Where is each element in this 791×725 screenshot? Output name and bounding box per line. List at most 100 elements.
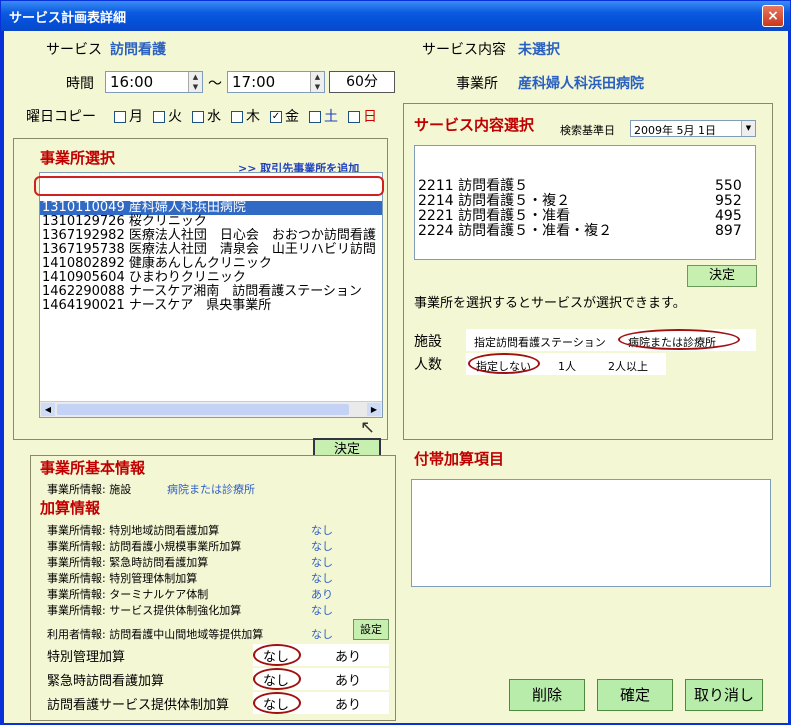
day-checkbox-3[interactable]: 木 — [231, 109, 260, 125]
day-copy-label: 曜日コピー — [26, 109, 96, 125]
start-time-input[interactable]: 16:00 ▲ ▼ — [105, 71, 203, 93]
title-bar: サービス計画表詳細 × — [1, 1, 790, 31]
option-yes[interactable]: あり — [335, 670, 361, 689]
day-label: 金 — [285, 109, 299, 125]
info-value: あり — [311, 588, 333, 601]
checkbox-icon[interactable] — [309, 111, 321, 123]
user-info-value: なし — [311, 628, 333, 641]
facility-key: 事業所情報: 施設 — [47, 483, 132, 496]
people-opt-one[interactable]: 1人 — [558, 358, 576, 374]
day-checkbox-5[interactable]: 土 — [309, 109, 338, 125]
people-opt-two[interactable]: 2人以上 — [608, 358, 648, 374]
option-yes[interactable]: あり — [335, 646, 361, 665]
option-label: 緊急時訪問看護加算 — [47, 674, 165, 689]
day-checkbox-1[interactable]: 火 — [153, 109, 182, 125]
list-item[interactable]: 1367192982 医療法人社団 日心会 おおつか訪問看護 — [40, 229, 382, 243]
base-date-value: 2009年 5月 1日 — [634, 124, 716, 137]
service-name: 2214 訪問看護５・複２ — [418, 193, 571, 209]
user-info-key: 利用者情報: 訪問看護中山間地域等提供加算 — [47, 628, 264, 641]
list-item[interactable]: 1310110049 産科婦人科浜田病院 — [40, 201, 382, 215]
facility-options: 指定訪問看護ステーション 病院または診療所 — [466, 329, 756, 351]
base-date-label: 検索基準日 — [560, 124, 615, 137]
scroll-right-icon[interactable]: ▶ — [367, 403, 381, 416]
option-label: 訪問看護サービス提供体制加算 — [47, 698, 230, 713]
client-area: サービス 訪問看護 サービス内容 未選択 時間 16:00 ▲ ▼ ～ 17:00… — [4, 31, 788, 723]
dialog-window: サービス計画表詳細 × サービス 訪問看護 サービス内容 未選択 時間 16:0… — [0, 0, 791, 725]
delete-button[interactable]: 削除 — [509, 679, 585, 711]
day-checkbox-6[interactable]: 日 — [348, 109, 377, 125]
list-item[interactable]: 1410802892 健康あんしんクリニック — [40, 257, 382, 271]
service-row[interactable]: 2224 訪問看護５・准看・複２ 897 — [415, 224, 755, 239]
info-key: 事業所情報: 訪問看護小規模事業所加算 — [47, 540, 242, 553]
end-time-value: 17:00 — [232, 73, 276, 91]
office-list[interactable]: 1310110049 産科婦人科浜田病院 1310129726 桜クリニック 136… — [39, 172, 383, 418]
extra-items-title: 付帯加算項目 — [414, 450, 505, 468]
checkbox-icon[interactable] — [192, 111, 204, 123]
option-selected-ring — [253, 692, 301, 714]
checkbox-icon[interactable] — [348, 111, 360, 123]
facility-opt-station[interactable]: 指定訪問看護ステーション — [474, 334, 606, 350]
option-yes[interactable]: あり — [335, 694, 361, 713]
service-name: 2211 訪問看護５ — [418, 178, 529, 194]
start-time-value: 16:00 — [110, 73, 154, 91]
info-key: 事業所情報: ターミナルケア体制 — [47, 588, 209, 601]
info-key: 事業所情報: 特別地域訪問看護加算 — [47, 524, 220, 537]
checkbox-icon[interactable] — [153, 111, 165, 123]
list-item[interactable]: 1410905604 ひまわりクリニック — [40, 271, 382, 285]
service-units: 897 — [715, 223, 742, 239]
service-units: 952 — [715, 193, 742, 209]
office-label: 事業所 — [456, 76, 498, 92]
scroll-thumb[interactable] — [57, 404, 349, 415]
people-options: 指定しない 1人 2人以上 — [466, 353, 666, 375]
confirm-button[interactable]: 確定 — [597, 679, 673, 711]
day-label: 水 — [207, 109, 221, 125]
service-label: サービス — [46, 42, 102, 58]
day-checkbox-0[interactable]: 月 — [114, 109, 143, 125]
day-checkbox-4[interactable]: ✓ 金 — [270, 109, 299, 125]
facility-label: 施設 — [414, 334, 442, 350]
checkbox-icon[interactable]: ✓ — [270, 111, 282, 123]
content-value: 未選択 — [518, 42, 560, 58]
service-row[interactable]: 2211 訪問看護５ 550 — [415, 179, 755, 194]
chevron-down-icon[interactable]: ▼ — [741, 121, 755, 136]
service-row[interactable]: 2221 訪問看護５・准看 495 — [415, 209, 755, 224]
end-time-spinner[interactable]: ▲ ▼ — [310, 72, 324, 92]
day-checkbox-2[interactable]: 水 — [192, 109, 221, 125]
set-button[interactable]: 設定 — [353, 619, 389, 640]
service-rows: 2211 訪問看護５ 550 2214 訪問看護５・複２ 952 2221 訪問看護５・… — [415, 179, 755, 239]
basic-info-title: 事業所基本情報 — [40, 459, 146, 477]
checkbox-icon[interactable] — [114, 111, 126, 123]
facility-selected-ring — [618, 329, 740, 350]
list-item[interactable]: 1462290088 ナースケア湘南 訪問看護ステーション — [40, 285, 382, 299]
service-row[interactable]: 2214 訪問看護５・複２ 952 — [415, 194, 755, 209]
option-choices: なし あり — [253, 692, 389, 714]
option-selected-ring — [253, 644, 301, 666]
horizontal-scrollbar[interactable]: ◀ ▶ — [40, 401, 382, 417]
office-rows: 1310110049 産科婦人科浜田病院 1310129726 桜クリニック 136… — [40, 201, 382, 313]
option-label: 特別管理加算 — [47, 650, 126, 665]
option-selected-ring — [253, 668, 301, 690]
extra-items-list[interactable] — [411, 479, 771, 587]
end-time-input[interactable]: 17:00 ▲ ▼ — [227, 71, 325, 93]
info-value: なし — [311, 540, 333, 553]
service-units: 495 — [715, 208, 742, 224]
checkbox-icon[interactable] — [231, 111, 243, 123]
service-name: 2224 訪問看護５・准看・複２ — [418, 223, 613, 239]
start-time-spinner[interactable]: ▲ ▼ — [188, 72, 202, 92]
scroll-left-icon[interactable]: ◀ — [41, 403, 55, 416]
list-item[interactable]: 1464190021 ナースケア 県央事業所 — [40, 299, 382, 313]
office-value: 産科婦人科浜田病院 — [518, 76, 644, 92]
day-label: 火 — [168, 109, 182, 125]
close-button[interactable]: × — [762, 5, 784, 27]
service-list[interactable]: 2211 訪問看護５ 550 2214 訪問看護５・複２ 952 2221 訪問看護５・… — [414, 145, 756, 260]
mouse-cursor-icon: ↖ — [360, 417, 376, 438]
service-decide-button[interactable]: 決定 — [687, 265, 757, 287]
service-units: 550 — [715, 178, 742, 194]
list-item[interactable]: 1367195738 医療法人社団 清泉会 山王リハビリ訪問 — [40, 243, 382, 257]
list-item[interactable]: 1310129726 桜クリニック — [40, 215, 382, 229]
info-key: 事業所情報: 特別管理体制加算 — [47, 572, 198, 585]
option-choices: なし あり — [253, 668, 389, 690]
service-note: 事業所を選択するとサービスが選択できます。 — [414, 296, 686, 311]
base-date-picker[interactable]: 2009年 5月 1日 ▼ — [630, 120, 756, 137]
cancel-button[interactable]: 取り消し — [685, 679, 763, 711]
